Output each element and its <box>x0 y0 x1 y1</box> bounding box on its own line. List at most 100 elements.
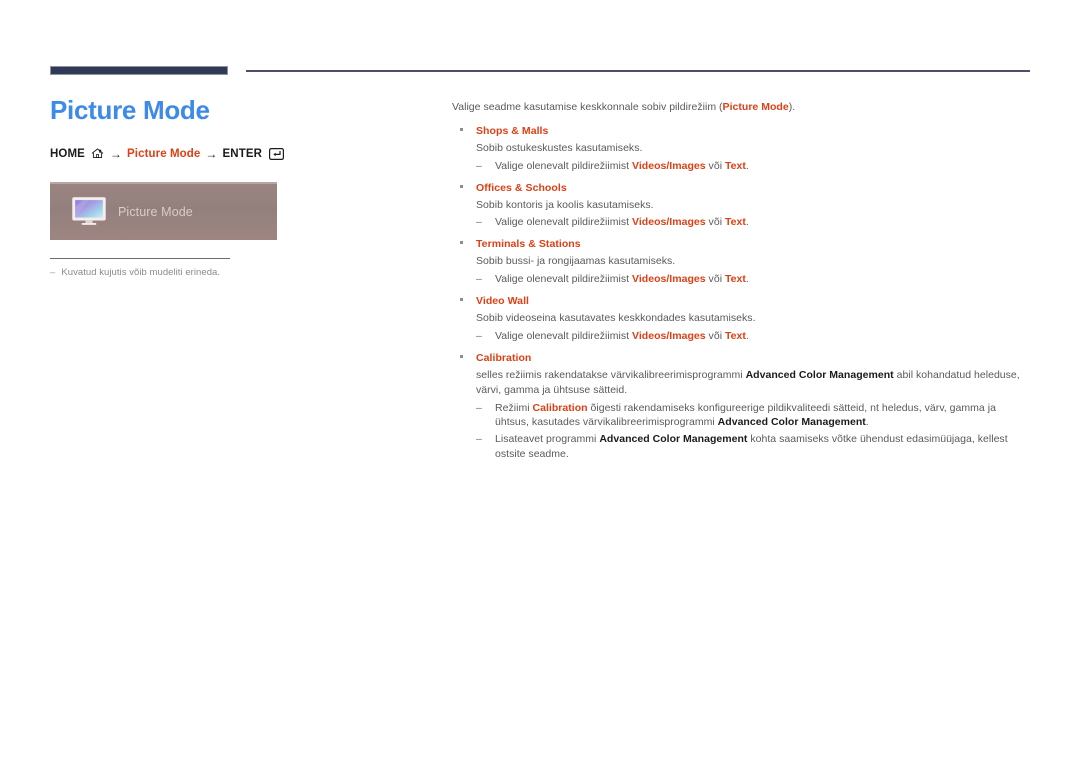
sub-text: Lisateavet programmi Advanced Color Mana… <box>495 432 1032 462</box>
list-item: Terminals & Stations Sobib bussi- ja ron… <box>452 237 1032 287</box>
list-item-calibration: Calibration selles režiimis rakendatakse… <box>452 351 1032 462</box>
sub-term-1: Calibration <box>532 401 588 414</box>
breadcrumb-arrow-2: → <box>205 146 218 161</box>
sub-tail: . <box>745 216 749 229</box>
sub-tail: . <box>745 329 749 342</box>
mode-sublist: – Valige olenevalt pildirežiimist Videos… <box>476 215 1032 230</box>
mode-title: Offices & Schools <box>476 181 567 194</box>
breadcrumb-home-label: HOME <box>50 147 85 160</box>
bullet-icon <box>460 298 463 302</box>
sub-term-2: Text <box>724 329 746 342</box>
sub-term-2: Text <box>724 273 746 286</box>
header-rule-thick <box>50 66 228 75</box>
sub-dash-icon: – <box>476 433 482 446</box>
sub-tail: . <box>745 273 749 286</box>
mode-header: Offices & Schools <box>452 181 1032 196</box>
left-column: Picture Mode HOME → Picture Mode → ENTER <box>50 96 430 278</box>
mode-title: Video Wall <box>476 295 530 308</box>
sub-dash-icon: – <box>476 159 482 172</box>
sub-term-1: Advanced Color Management <box>599 433 748 446</box>
picture-mode-figure-label: Picture Mode <box>118 204 193 219</box>
mode-sublist: – Valige olenevalt pildirežiimist Videos… <box>476 272 1032 287</box>
breadcrumb-middle-label: Picture Mode <box>127 147 201 160</box>
mode-title: Calibration <box>476 351 532 364</box>
document-page: Picture Mode HOME → Picture Mode → ENTER <box>0 0 1080 763</box>
sub-text: Valige olenevalt pildirežiimist Videos/I… <box>495 215 1032 230</box>
sub-middle: või <box>705 273 725 286</box>
mode-title: Terminals & Stations <box>476 238 581 251</box>
mode-description: Sobib videoseina kasutavates keskkondade… <box>476 311 756 324</box>
sub-tail: . <box>745 159 749 172</box>
page-title: Picture Mode <box>50 95 210 125</box>
monitor-icon <box>72 197 106 226</box>
mode-sublist: – Valige olenevalt pildirežiimist Videos… <box>476 159 1032 174</box>
sub-text: Režiimi Calibration õigesti rakendamisek… <box>495 401 1032 431</box>
list-item: – Režiimi Calibration õigesti rakendamis… <box>476 401 1032 431</box>
header-rules <box>0 0 1080 90</box>
sub-text: Valige olenevalt pildirežiimist Videos/I… <box>495 159 1032 174</box>
mode-sublist: – Režiimi Calibration õigesti rakendamis… <box>476 401 1032 463</box>
list-item: – Valige olenevalt pildirežiimist Videos… <box>476 215 1032 230</box>
list-item: – Valige olenevalt pildirežiimist Videos… <box>476 329 1032 344</box>
sub-dash-icon: – <box>476 401 482 414</box>
sub-dash-icon: – <box>476 273 482 286</box>
breadcrumb: HOME → Picture Mode → ENTER <box>50 147 430 161</box>
sub-dash-icon: – <box>476 329 482 342</box>
sub-lead: Režiimi <box>495 401 533 414</box>
mode-header: Shops & Malls <box>452 124 1032 139</box>
mode-description: selles režiimis rakendatakse värvikalibr… <box>476 368 1032 398</box>
sub-middle: või <box>705 159 725 172</box>
sub-term-1: Videos/Images <box>632 216 706 229</box>
breadcrumb-arrow-1: → <box>109 146 123 161</box>
sub-term-2: Text <box>724 159 746 172</box>
list-item: – Valige olenevalt pildirežiimist Videos… <box>476 159 1032 174</box>
right-column: Valige seadme kasutamise keskkonnale sob… <box>452 100 1032 469</box>
intro-tail: ). <box>788 101 796 113</box>
mode-header: Terminals & Stations <box>452 237 1032 252</box>
calibration-desc-lead: selles režiimis rakendatakse värvikalibr… <box>476 368 746 381</box>
sub-lead: Lisateavet programmi <box>495 433 600 446</box>
list-item: Video Wall Sobib videoseina kasutavates … <box>452 294 1032 344</box>
mode-description: Sobib ostukeskustes kasutamiseks. <box>476 141 643 154</box>
bullet-icon <box>460 184 463 188</box>
mode-header: Video Wall <box>452 294 1032 309</box>
sub-tail: . <box>865 416 869 429</box>
mode-sublist: – Valige olenevalt pildirežiimist Videos… <box>476 329 1032 344</box>
list-item: Shops & Malls Sobib ostukeskustes kasuta… <box>452 124 1032 174</box>
sub-lead: Valige olenevalt pildirežiimist <box>495 216 633 229</box>
sub-middle: või <box>705 216 725 229</box>
mode-header: Calibration <box>452 351 1032 366</box>
bullet-icon <box>460 241 463 245</box>
figure-note: – Kuvatud kujutis võib mudeliti erineda. <box>50 267 430 278</box>
house-icon <box>91 148 104 159</box>
note-dash: – <box>50 266 56 278</box>
intro-paragraph: Valige seadme kasutamise keskkonnale sob… <box>452 100 1032 115</box>
list-item: Offices & Schools Sobib kontoris ja kool… <box>452 181 1032 231</box>
sub-middle: või <box>705 329 725 342</box>
sub-term-1: Videos/Images <box>632 329 706 342</box>
picture-mode-list: Shops & Malls Sobib ostukeskustes kasuta… <box>452 124 1032 462</box>
intro-lead: Valige seadme kasutamise keskkonnale sob… <box>452 101 723 113</box>
sub-term-2: Text <box>724 216 746 229</box>
sub-term-2: Advanced Color Management <box>717 416 866 429</box>
note-divider <box>50 257 230 259</box>
picture-mode-figure: Picture Mode <box>50 181 277 240</box>
sub-dash-icon: – <box>476 216 482 229</box>
header-rule-thin <box>246 70 1030 72</box>
intro-term: Picture Mode <box>722 101 789 113</box>
sub-text: Valige olenevalt pildirežiimist Videos/I… <box>495 329 1032 344</box>
list-item: – Lisateavet programmi Advanced Color Ma… <box>476 432 1032 462</box>
mode-description: Sobib kontoris ja koolis kasutamiseks. <box>476 198 654 211</box>
sub-term-1: Videos/Images <box>632 273 706 286</box>
list-item: – Valige olenevalt pildirežiimist Videos… <box>476 272 1032 287</box>
sub-lead: Valige olenevalt pildirežiimist <box>495 273 633 286</box>
sub-text: Valige olenevalt pildirežiimist Videos/I… <box>495 272 1032 287</box>
mode-description: Sobib bussi- ja rongijaamas kasutamiseks… <box>476 255 676 268</box>
calibration-desc-term: Advanced Color Management <box>745 368 894 381</box>
breadcrumb-enter-label: ENTER <box>222 147 263 160</box>
bullet-icon <box>460 354 463 358</box>
note-text: Kuvatud kujutis võib mudeliti erineda. <box>61 266 221 278</box>
mode-title: Shops & Malls <box>476 124 549 137</box>
sub-term-1: Videos/Images <box>632 159 706 172</box>
enter-key-icon <box>269 147 285 160</box>
